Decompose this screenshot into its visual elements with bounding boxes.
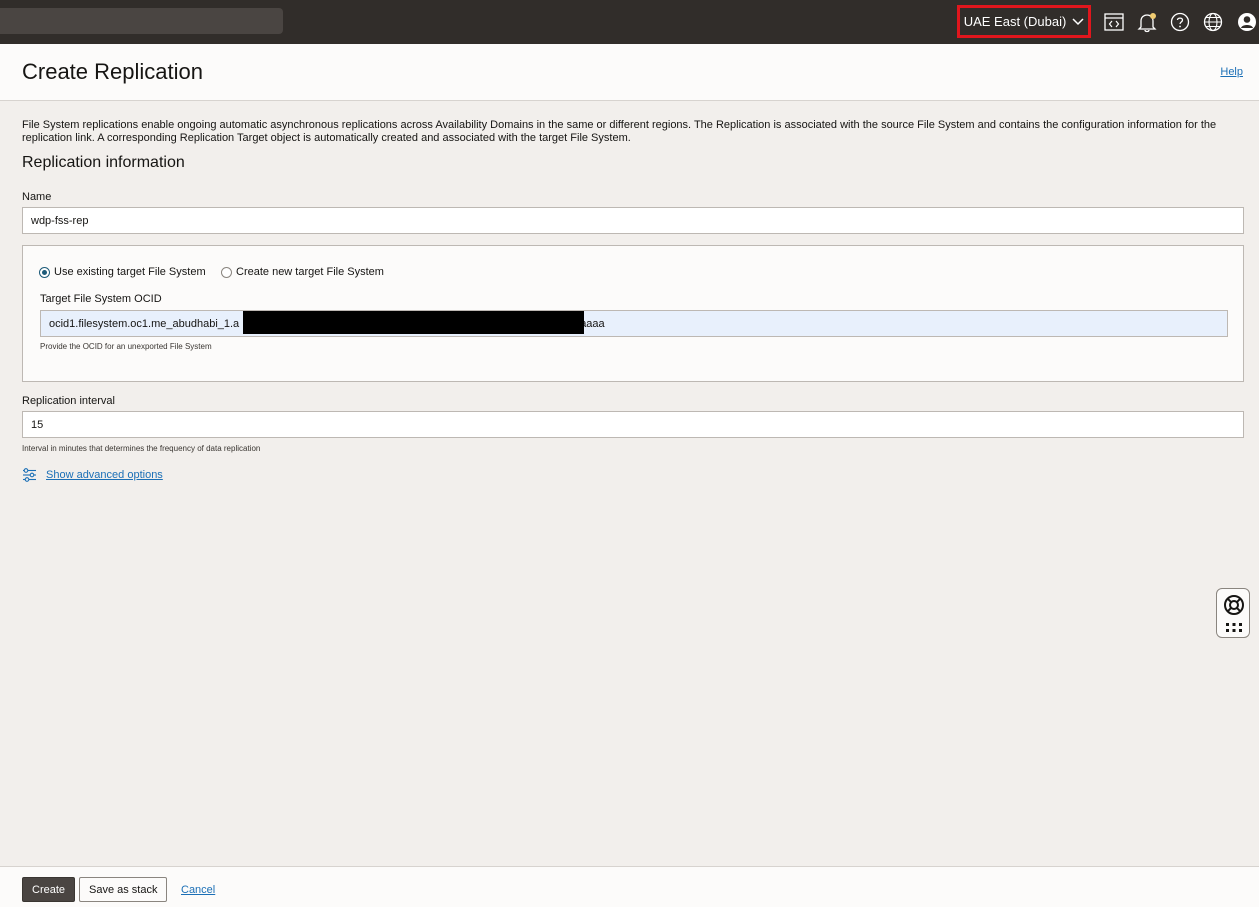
grid-dots-icon[interactable] [1225, 622, 1243, 634]
radio-label-new: Create new target File System [236, 266, 384, 278]
create-button[interactable]: Create [22, 877, 76, 902]
redaction-block [243, 311, 584, 334]
save-as-stack-button[interactable]: Save as stack [79, 877, 168, 902]
sliders-icon [23, 468, 36, 482]
interval-hint: Interval in minutes that determines the … [22, 444, 261, 453]
ocid-prefix: ocid1.filesystem.oc1.me_abudhabi_1.a [49, 317, 240, 330]
chevron-down-icon [1072, 18, 1084, 26]
name-label: Name [22, 191, 52, 203]
page-description: File System replications enable ongoing … [22, 119, 1217, 144]
target-ocid-input[interactable]: ocid1.filesystem.oc1.me_abudhabi_1.a aaaa [40, 310, 1228, 337]
ocid-label: Target File System OCID [40, 293, 162, 305]
radio-button-unselected[interactable] [221, 266, 232, 278]
section-title: Replication information [22, 154, 185, 171]
top-navigation-bar: UAE East (Dubai) [0, 0, 1259, 44]
user-avatar-icon[interactable] [1236, 11, 1258, 33]
region-label: UAE East (Dubai) [963, 14, 1067, 29]
target-file-system-panel: Use existing target File System Create n… [22, 245, 1244, 382]
code-editor-icon[interactable] [1103, 11, 1125, 33]
notification-dot [1150, 13, 1156, 19]
lifebuoy-icon[interactable] [1222, 593, 1246, 617]
advanced-options-link: Show advanced options [46, 469, 163, 481]
ocid-hint: Provide the OCID for an unexported File … [40, 342, 212, 351]
form-footer: Create Save as stack Cancel [0, 866, 1259, 907]
help-link[interactable]: Help [1220, 66, 1243, 78]
radio-create-new[interactable]: Create new target File System [221, 266, 384, 278]
bell-icon[interactable] [1136, 11, 1158, 33]
radio-use-existing[interactable]: Use existing target File System [39, 266, 206, 278]
page-title: Create Replication [22, 59, 203, 84]
help-circle-icon[interactable] [1169, 11, 1191, 33]
floating-help-widget[interactable] [1216, 588, 1250, 638]
radio-label-existing: Use existing target File System [54, 266, 206, 278]
name-input[interactable]: wdp-fss-rep [22, 207, 1244, 234]
globe-icon[interactable] [1202, 11, 1224, 33]
search-input[interactable] [0, 8, 283, 34]
page-header: Create Replication Help [0, 44, 1259, 101]
show-advanced-options[interactable]: Show advanced options [22, 468, 163, 482]
region-selector[interactable]: UAE East (Dubai) [957, 5, 1091, 38]
cancel-button[interactable]: Cancel [172, 877, 224, 902]
interval-input[interactable]: 15 [22, 411, 1244, 438]
interval-label: Replication interval [22, 395, 115, 407]
radio-button-selected[interactable] [39, 266, 50, 278]
